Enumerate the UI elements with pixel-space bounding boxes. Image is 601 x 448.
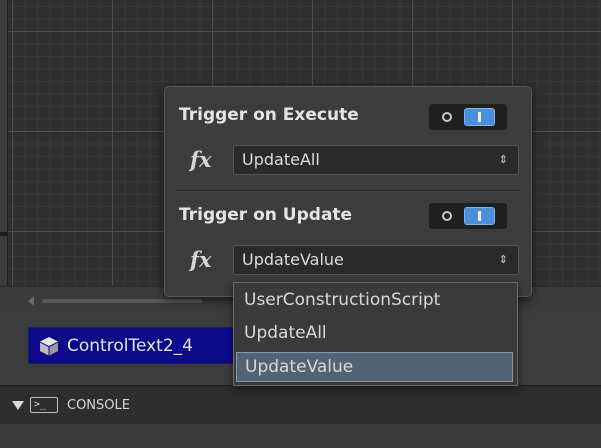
object-chip-label: ControlText2_4 [67,335,193,356]
execute-function-select[interactable]: UpdateAll ⇕ [233,145,519,175]
collapse-arrow-icon[interactable] [12,400,24,410]
trigger-popup: Trigger on Execute fx UpdateAll ⇕ Trigge… [164,86,532,297]
function-icon: fx [190,147,212,172]
dropdown-option-updateall[interactable]: UpdateAll [236,318,513,348]
trigger-execute-toggle[interactable] [429,104,507,130]
console-body [0,424,601,448]
function-icon: fx [190,247,212,272]
toggle-on-icon [464,108,495,126]
execute-function-value: UpdateAll [242,150,320,169]
console-label: CONSOLE [67,397,130,413]
scroll-left-icon[interactable] [28,296,34,306]
toggle-on-icon [464,207,495,225]
select-arrows-icon: ⇕ [498,253,508,266]
object-chip[interactable]: ControlText2_4 [28,327,244,364]
dropdown-option-updatevalue[interactable]: UpdateValue [236,352,513,382]
trigger-execute-title: Trigger on Execute [179,105,359,125]
console-header[interactable]: >_ CONSOLE [0,385,601,425]
select-arrows-icon: ⇕ [498,153,508,166]
trigger-update-toggle[interactable] [429,203,507,229]
function-dropdown-list[interactable]: UserConstructionScript UpdateAll UpdateV… [233,282,518,386]
toggle-off-icon [442,211,452,221]
terminal-icon: >_ [30,397,58,413]
cube-icon [40,336,58,355]
update-function-value: UpdateValue [242,250,344,269]
update-function-select[interactable]: UpdateValue ⇕ [233,245,519,275]
dropdown-option-userconstructionscript[interactable]: UserConstructionScript [236,285,513,315]
left-panel-edge [0,0,8,286]
scrollbar-thumb[interactable] [42,299,202,303]
left-panel-marker [0,232,7,236]
trigger-update-title: Trigger on Update [179,205,353,225]
toggle-off-icon [442,112,452,122]
section-divider [177,190,521,192]
